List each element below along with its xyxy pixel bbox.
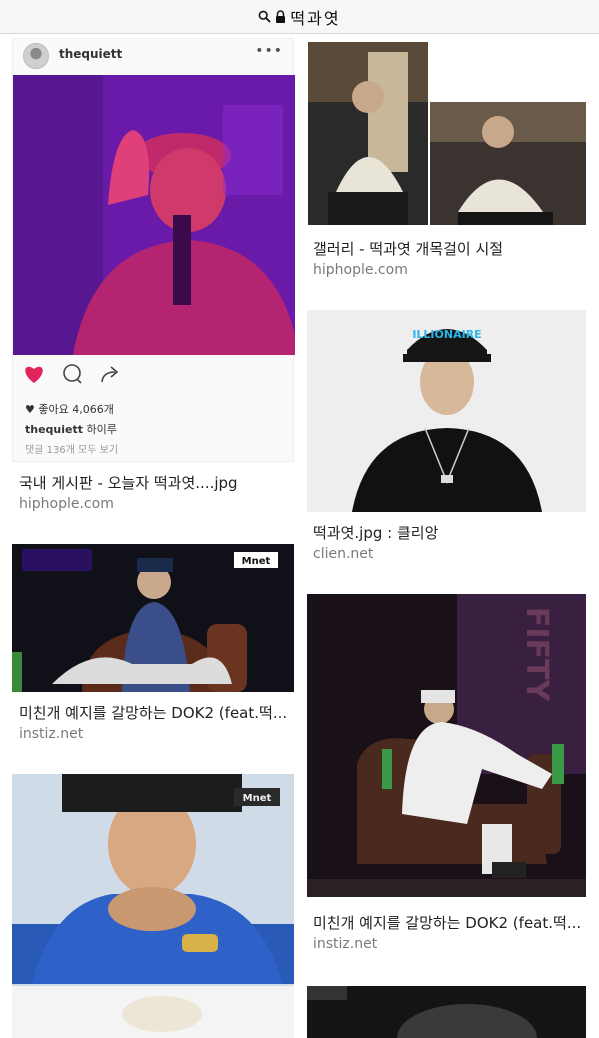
share-icon[interactable] <box>99 364 121 388</box>
result-source-4: instiz.net <box>19 726 84 742</box>
instagram-username: thequiett <box>59 47 123 61</box>
result-source-2: hiphople.com <box>313 262 408 278</box>
comments-link[interactable]: 댓글 136개 모두 보기 <box>25 441 118 456</box>
url-text: 떡과엿 <box>290 8 341 28</box>
instagram-caption: thequiett 하이루 <box>25 423 117 436</box>
avatar <box>23 43 49 69</box>
result-source-5: instiz.net <box>313 936 378 952</box>
result-caption-1[interactable]: 국내 게시판 - 오늘자 떡과엿....jpg <box>19 472 289 493</box>
heart-icon[interactable] <box>23 364 45 388</box>
search-icon <box>258 10 272 23</box>
result-card-1[interactable]: thequiett ••• ♥ 좋아요 4,066개 thequiett 하이루… <box>12 38 295 462</box>
result-caption-4[interactable]: 미친개 예지를 갈망하는 DOK2 (feat.떡... <box>19 702 289 723</box>
address-bar[interactable]: 떡과엿 <box>0 0 599 34</box>
instagram-header: thequiett ••• <box>13 39 295 75</box>
result-caption-5[interactable]: 미친개 예지를 갈망하는 DOK2 (feat.떡... <box>313 912 583 933</box>
likes-count: ♥ 좋아요 4,066개 <box>25 403 114 416</box>
result-source-3: clien.net <box>313 546 374 562</box>
result-image-2[interactable] <box>308 42 586 225</box>
result-image-7[interactable] <box>307 986 586 1038</box>
mnet-badge: Mnet <box>242 556 271 567</box>
comment-icon[interactable] <box>61 363 83 389</box>
cap-logo-text: ILLIONAIRE <box>412 328 481 341</box>
result-image-3[interactable]: ILLIONAIRE <box>307 310 586 512</box>
result-source-1: hiphople.com <box>19 496 114 512</box>
result-caption-3[interactable]: 떡과엿.jpg : 클리앙 <box>313 522 583 543</box>
more-icon: ••• <box>255 43 283 59</box>
mnet-badge-2: Mnet <box>243 793 272 804</box>
instagram-actions <box>23 363 121 389</box>
result-caption-2[interactable]: 갤러리 - 떡과엿 개목걸이 시절 <box>313 238 583 259</box>
wall-lettering: FIFTY <box>519 607 554 703</box>
result-image-5[interactable]: FIFTY <box>307 594 586 897</box>
result-image-6[interactable]: Mnet <box>12 774 294 1038</box>
result-image-1[interactable] <box>13 75 295 355</box>
lock-icon <box>275 10 286 23</box>
result-image-4[interactable]: Mnet <box>12 544 294 692</box>
